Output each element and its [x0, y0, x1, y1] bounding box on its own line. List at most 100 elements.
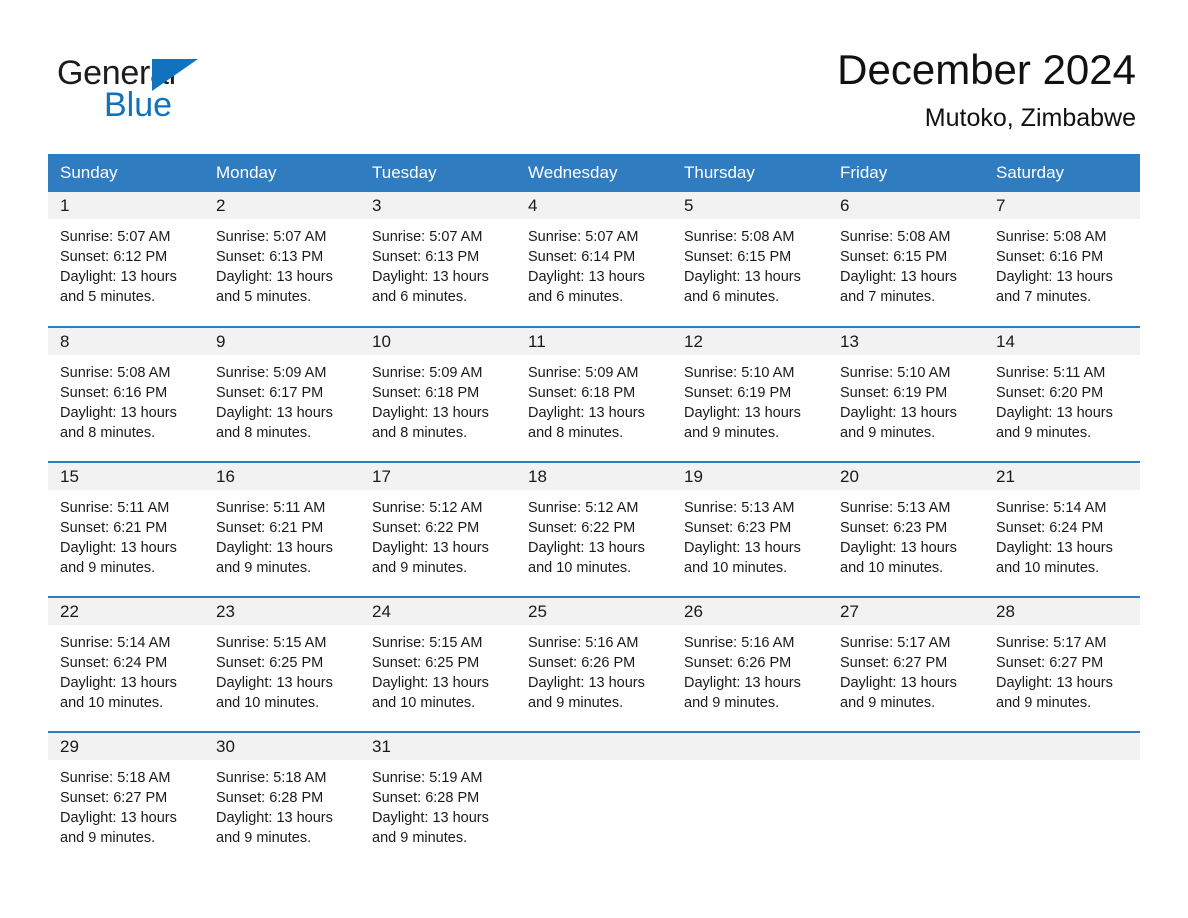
weekday-header-monday: Monday: [204, 153, 360, 192]
day-number: 18: [516, 462, 672, 490]
day-number: 8: [48, 327, 204, 355]
sunrise-time: Sunrise: 5:08 AM: [996, 228, 1107, 245]
calendar-day-cell-empty: [828, 730, 984, 867]
sunrise-time: Sunrise: 5:09 AM: [528, 364, 639, 381]
sunrise-time: Sunrise: 5:07 AM: [528, 228, 639, 245]
calendar-day-cell[interactable]: 20 Sunrise: 5:13 AM Sunset: 6:23 PM Dayligh…: [828, 460, 984, 597]
day-details: Sunrise: 5:11 AM Sunset: 6:21 PM Daylight:…: [204, 490, 360, 579]
daylight-duration-line2: and 9 minutes.: [60, 560, 156, 577]
sunset-time: Sunset: 6:28 PM: [372, 789, 480, 806]
calendar-day-cell[interactable]: 25 Sunrise: 5:16 AM Sunset: 6:26 PM Dayligh…: [516, 595, 672, 732]
calendar-day-cell[interactable]: 13 Sunrise: 5:10 AM Sunset: 6:19 PM Dayligh…: [828, 325, 984, 462]
sunset-time: Sunset: 6:23 PM: [840, 519, 948, 536]
sunset-time: Sunset: 6:25 PM: [372, 654, 480, 671]
day-number: 4: [516, 191, 672, 219]
sunset-time: Sunset: 6:14 PM: [528, 248, 636, 265]
daylight-duration-line1: Daylight: 13 hours: [840, 268, 957, 285]
calendar-day-cell[interactable]: 27 Sunrise: 5:17 AM Sunset: 6:27 PM Dayligh…: [828, 595, 984, 732]
day-number: 16: [204, 462, 360, 490]
daylight-duration-line1: Daylight: 13 hours: [528, 268, 645, 285]
calendar-day-cell[interactable]: 8 Sunrise: 5:08 AM Sunset: 6:16 PM Daylight…: [48, 325, 204, 462]
day-number: 22: [48, 597, 204, 625]
sunrise-time: Sunrise: 5:10 AM: [684, 364, 795, 381]
daylight-duration-line2: and 9 minutes.: [840, 425, 936, 442]
sunset-time: Sunset: 6:26 PM: [684, 654, 792, 671]
general-blue-logo[interactable]: General Blue: [57, 44, 257, 122]
day-details: Sunrise: 5:09 AM Sunset: 6:18 PM Daylight:…: [516, 355, 672, 444]
calendar-day-cell[interactable]: 29 Sunrise: 5:18 AM Sunset: 6:27 PM Dayligh…: [48, 730, 204, 867]
calendar-day-cell[interactable]: 18 Sunrise: 5:12 AM Sunset: 6:22 PM Dayligh…: [516, 460, 672, 597]
sunrise-time: Sunrise: 5:19 AM: [372, 769, 483, 786]
calendar-day-cell[interactable]: 16 Sunrise: 5:11 AM Sunset: 6:21 PM Dayligh…: [204, 460, 360, 597]
day-number: 26: [672, 597, 828, 625]
sunset-time: Sunset: 6:22 PM: [528, 519, 636, 536]
weekday-header-tuesday: Tuesday: [360, 153, 516, 192]
calendar-day-cell[interactable]: 7 Sunrise: 5:08 AM Sunset: 6:16 PM Daylight…: [984, 191, 1140, 327]
sunrise-time: Sunrise: 5:11 AM: [60, 499, 170, 516]
calendar-day-cell[interactable]: 1 Sunrise: 5:07 AM Sunset: 6:12 PM Daylight…: [48, 191, 204, 327]
calendar-day-cell[interactable]: 3 Sunrise: 5:07 AM Sunset: 6:13 PM Daylight…: [360, 191, 516, 327]
calendar-day-cell[interactable]: 2 Sunrise: 5:07 AM Sunset: 6:13 PM Daylight…: [204, 191, 360, 327]
calendar-day-cell[interactable]: 19 Sunrise: 5:13 AM Sunset: 6:23 PM Dayligh…: [672, 460, 828, 597]
daylight-duration-line1: Daylight: 13 hours: [996, 404, 1113, 421]
day-details: Sunrise: 5:08 AM Sunset: 6:16 PM Daylight:…: [984, 219, 1140, 308]
calendar-day-cell[interactable]: 10 Sunrise: 5:09 AM Sunset: 6:18 PM Dayligh…: [360, 325, 516, 462]
daylight-duration-line1: Daylight: 13 hours: [60, 539, 177, 556]
sunset-time: Sunset: 6:22 PM: [372, 519, 480, 536]
daylight-duration-line2: and 10 minutes.: [996, 560, 1100, 577]
calendar-week-row: 8 Sunrise: 5:08 AM Sunset: 6:16 PM Daylight…: [48, 325, 1140, 462]
daylight-duration-line2: and 9 minutes.: [840, 695, 936, 712]
sunrise-time: Sunrise: 5:13 AM: [684, 499, 795, 516]
weekday-header-friday: Friday: [828, 153, 984, 192]
sunset-time: Sunset: 6:24 PM: [60, 654, 168, 671]
calendar-day-cell[interactable]: 22 Sunrise: 5:14 AM Sunset: 6:24 PM Dayligh…: [48, 595, 204, 732]
sunrise-time: Sunrise: 5:12 AM: [372, 499, 483, 516]
calendar-day-cell[interactable]: 26 Sunrise: 5:16 AM Sunset: 6:26 PM Dayligh…: [672, 595, 828, 732]
daylight-duration-line1: Daylight: 13 hours: [684, 404, 801, 421]
calendar-day-cell[interactable]: 15 Sunrise: 5:11 AM Sunset: 6:21 PM Dayligh…: [48, 460, 204, 597]
sunset-time: Sunset: 6:15 PM: [840, 248, 948, 265]
sunrise-time: Sunrise: 5:09 AM: [216, 364, 327, 381]
day-number: [516, 732, 672, 760]
calendar-day-cell[interactable]: 21 Sunrise: 5:14 AM Sunset: 6:24 PM Dayligh…: [984, 460, 1140, 597]
calendar-day-cell[interactable]: 28 Sunrise: 5:17 AM Sunset: 6:27 PM Dayligh…: [984, 595, 1140, 732]
sunset-time: Sunset: 6:28 PM: [216, 789, 324, 806]
calendar-day-cell[interactable]: 12 Sunrise: 5:10 AM Sunset: 6:19 PM Dayligh…: [672, 325, 828, 462]
daylight-duration-line1: Daylight: 13 hours: [996, 539, 1113, 556]
calendar-day-cell[interactable]: 9 Sunrise: 5:09 AM Sunset: 6:17 PM Daylight…: [204, 325, 360, 462]
day-details: Sunrise: 5:16 AM Sunset: 6:26 PM Daylight:…: [516, 625, 672, 714]
logo-text-blue: Blue: [104, 86, 173, 124]
calendar-day-cell[interactable]: 31 Sunrise: 5:19 AM Sunset: 6:28 PM Dayligh…: [360, 730, 516, 867]
day-number: 30: [204, 732, 360, 760]
day-number: 5: [672, 191, 828, 219]
day-number: 2: [204, 191, 360, 219]
day-number: 29: [48, 732, 204, 760]
day-number: [672, 732, 828, 760]
calendar-day-cell[interactable]: 11 Sunrise: 5:09 AM Sunset: 6:18 PM Dayligh…: [516, 325, 672, 462]
calendar-day-cell[interactable]: 14 Sunrise: 5:11 AM Sunset: 6:20 PM Dayligh…: [984, 325, 1140, 462]
calendar-day-cell[interactable]: 23 Sunrise: 5:15 AM Sunset: 6:25 PM Dayligh…: [204, 595, 360, 732]
day-number: 3: [360, 191, 516, 219]
calendar-day-cell[interactable]: 6 Sunrise: 5:08 AM Sunset: 6:15 PM Daylight…: [828, 191, 984, 327]
title-block: December 2024 Mutoko, Zimbabwe: [837, 44, 1136, 133]
day-number: 20: [828, 462, 984, 490]
day-number: 6: [828, 191, 984, 219]
daylight-duration-line1: Daylight: 13 hours: [372, 539, 489, 556]
sunrise-time: Sunrise: 5:08 AM: [840, 228, 951, 245]
calendar-day-cell[interactable]: 4 Sunrise: 5:07 AM Sunset: 6:14 PM Daylight…: [516, 191, 672, 327]
daylight-duration-line1: Daylight: 13 hours: [60, 809, 177, 826]
calendar-day-cell[interactable]: 17 Sunrise: 5:12 AM Sunset: 6:22 PM Dayligh…: [360, 460, 516, 597]
calendar-day-cell[interactable]: 30 Sunrise: 5:18 AM Sunset: 6:28 PM Dayligh…: [204, 730, 360, 867]
sunrise-time: Sunrise: 5:15 AM: [372, 634, 483, 651]
daylight-duration-line1: Daylight: 13 hours: [996, 674, 1113, 691]
daylight-duration-line1: Daylight: 13 hours: [528, 404, 645, 421]
daylight-duration-line1: Daylight: 13 hours: [840, 674, 957, 691]
page-header: General Blue December 2024 Mutoko, Zimba…: [0, 0, 1188, 133]
calendar-day-cell[interactable]: 5 Sunrise: 5:08 AM Sunset: 6:15 PM Daylight…: [672, 191, 828, 327]
day-details: Sunrise: 5:19 AM Sunset: 6:28 PM Daylight:…: [360, 760, 516, 849]
day-number: 14: [984, 327, 1140, 355]
daylight-duration-line2: and 6 minutes.: [528, 289, 624, 306]
calendar-day-cell[interactable]: 24 Sunrise: 5:15 AM Sunset: 6:25 PM Dayligh…: [360, 595, 516, 732]
sunrise-time: Sunrise: 5:16 AM: [684, 634, 795, 651]
daylight-duration-line2: and 6 minutes.: [684, 289, 780, 306]
